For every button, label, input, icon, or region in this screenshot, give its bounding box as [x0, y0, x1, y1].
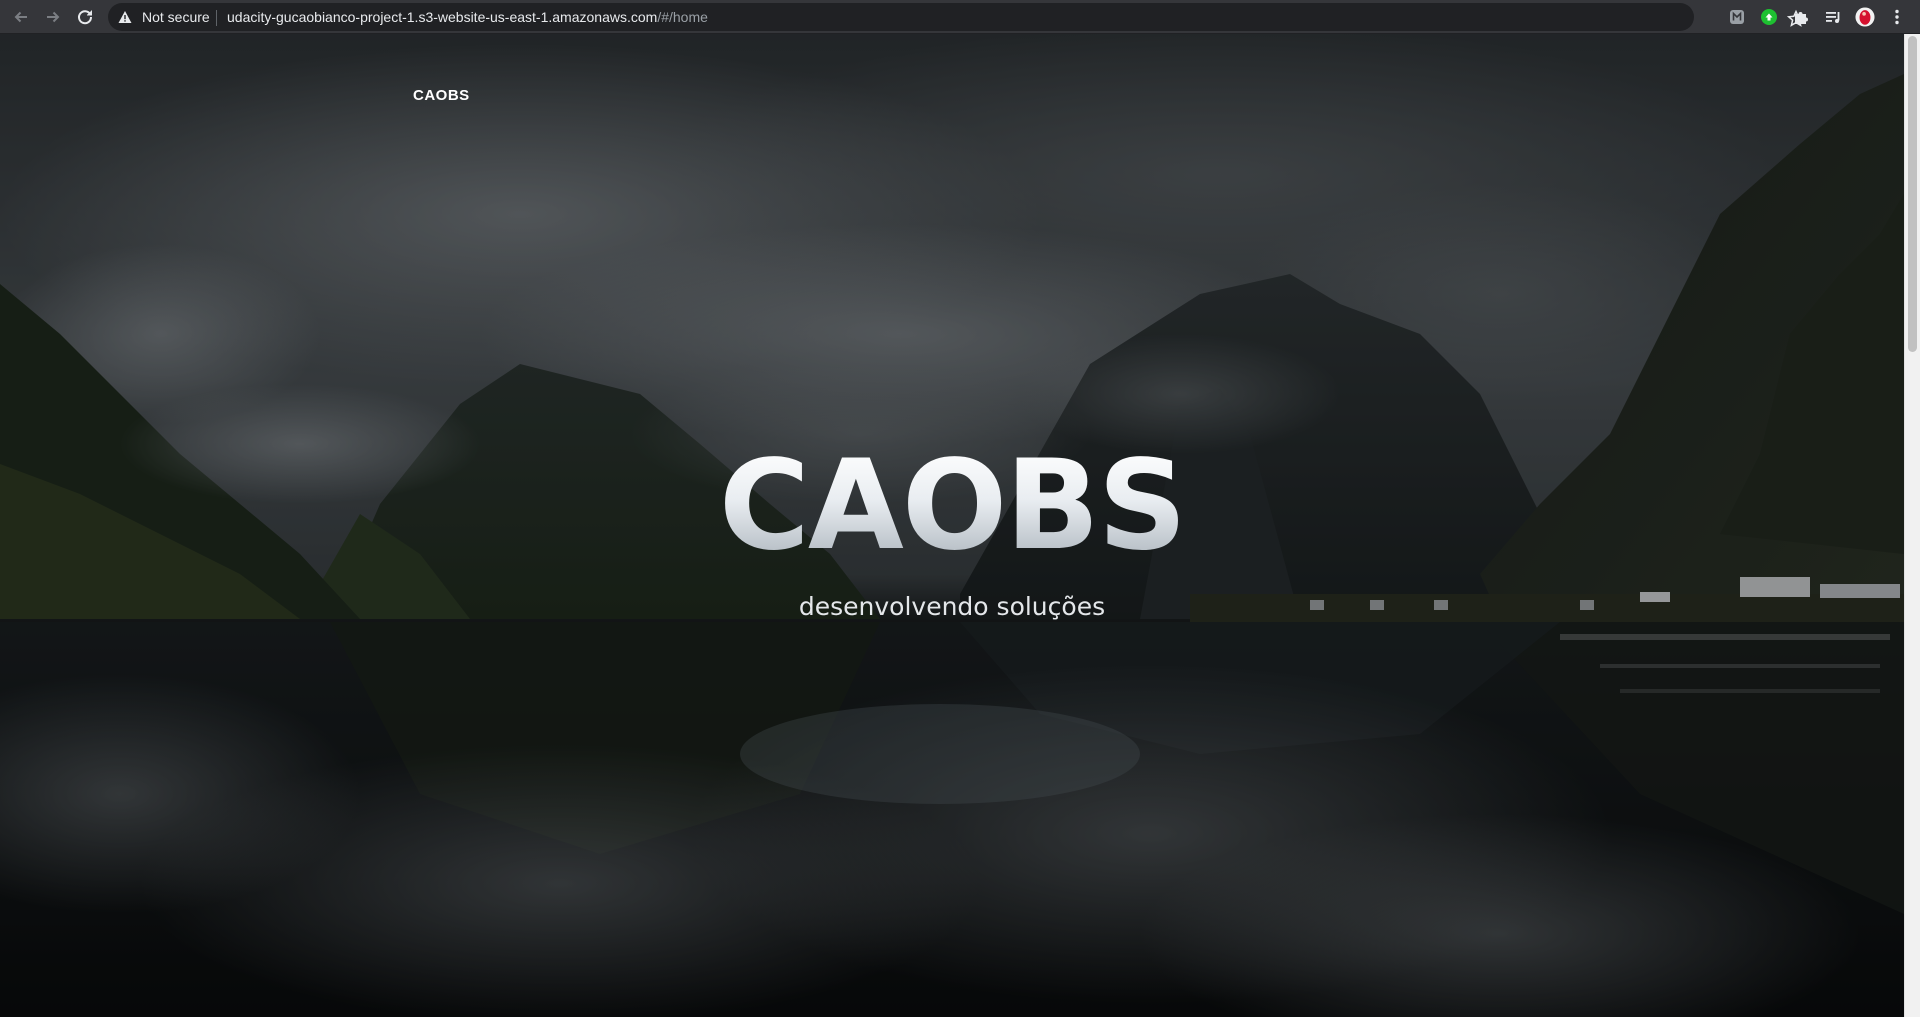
nav-brand-link[interactable]: CAOBS	[413, 87, 470, 104]
back-button[interactable]	[8, 4, 34, 30]
reload-icon	[78, 10, 93, 25]
vertical-scrollbar[interactable]	[1904, 34, 1920, 1017]
url-text[interactable]: udacity-gucaobianco-project-1.s3-website…	[227, 9, 708, 25]
browser-menu-button[interactable]	[1887, 7, 1907, 27]
url-host: udacity-gucaobianco-project-1.s3-website…	[227, 9, 658, 25]
address-divider	[216, 10, 217, 26]
scrollbar-thumb[interactable]	[1908, 36, 1917, 352]
puzzle-icon[interactable]	[1791, 7, 1811, 27]
hero-subtitle: desenvolvendo soluções	[798, 592, 1106, 621]
kebab-menu-icon	[1895, 9, 1899, 25]
url-path: /#/home	[657, 9, 708, 25]
extension-green-icon[interactable]	[1759, 7, 1779, 27]
reload-button[interactable]	[72, 4, 98, 30]
address-bar[interactable]: Not secure udacity-gucaobianco-project-1…	[108, 3, 1806, 31]
back-arrow-icon	[14, 11, 27, 23]
browser-toolbar: Not secure udacity-gucaobianco-project-1…	[0, 0, 1920, 34]
forward-arrow-icon	[47, 11, 60, 23]
extension-grey-icon[interactable]	[1727, 7, 1747, 27]
page-viewport: CAOBS CAOBS desenvolvendo soluções	[0, 34, 1904, 1017]
media-queue-icon[interactable]	[1823, 7, 1843, 27]
security-status-label[interactable]: Not secure	[142, 9, 210, 25]
profile-avatar[interactable]	[1855, 7, 1875, 27]
hero-title: CAOBS	[0, 444, 1904, 568]
warning-triangle-icon	[118, 11, 132, 23]
forward-button[interactable]	[40, 4, 66, 30]
